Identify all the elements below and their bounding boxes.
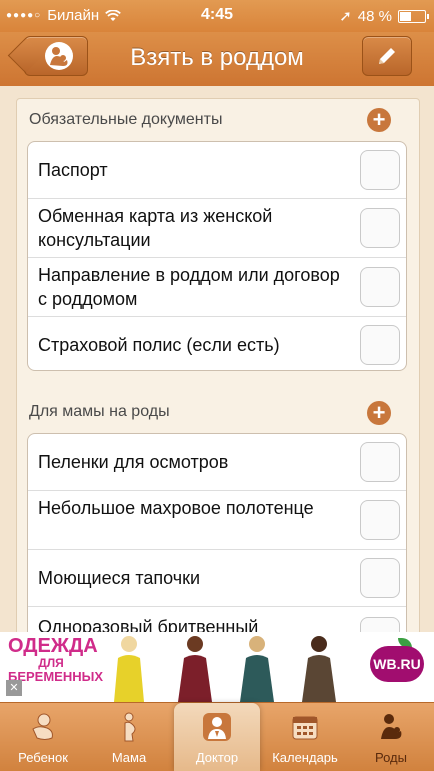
mother-group: Пеленки для осмотров Небольшое махровое …	[27, 433, 407, 632]
edit-button[interactable]	[362, 36, 412, 76]
baby-icon	[32, 713, 53, 740]
birth-icon	[381, 714, 402, 739]
tab-kalendar[interactable]: Календарь	[262, 703, 348, 771]
item-checkbox[interactable]	[360, 617, 400, 632]
plus-icon: +	[372, 400, 386, 425]
list-item[interactable]: Небольшое махровое полотенце	[28, 491, 406, 550]
battery-percent: 48 %	[357, 7, 392, 25]
item-label: Моющиеся тапочки	[38, 568, 201, 588]
documents-group: Паспорт Обменная карта из женской консул…	[27, 141, 407, 371]
item-checkbox[interactable]	[360, 500, 400, 540]
ad-close-icon[interactable]: ✕	[6, 680, 22, 696]
list-item[interactable]: Одноразовый бритвенный	[28, 607, 406, 632]
tab-mama[interactable]: Мама	[86, 703, 172, 771]
section-header-mother: Для мамы на роды	[29, 403, 170, 420]
list-item[interactable]: Моющиеся тапочки	[28, 550, 406, 607]
item-checkbox[interactable]	[360, 442, 400, 482]
checklist-content[interactable]: Обязательные документы + Паспорт Обменна…	[0, 86, 434, 632]
list-item[interactable]: Страховой полис (если есть)	[28, 317, 406, 370]
tab-bar: Ребенок Мама Доктор Календарь Роды	[0, 702, 434, 771]
item-label: Пеленки для осмотров	[38, 452, 229, 472]
tab-label: Ребенок	[18, 750, 68, 765]
tab-doktor[interactable]: Доктор	[174, 703, 260, 771]
section-header-documents: Обязательные документы	[29, 111, 223, 128]
item-label: Страховой полис (если есть)	[38, 335, 280, 355]
tab-label: Роды	[375, 750, 407, 765]
item-checkbox[interactable]	[360, 267, 400, 307]
list-item[interactable]: Обменная карта из женской консультации	[28, 199, 406, 258]
calendar-icon	[292, 716, 318, 740]
tab-label: Календарь	[272, 750, 338, 765]
add-item-button[interactable]: +	[367, 401, 391, 425]
list-item[interactable]: Направление в роддом или договор с роддо…	[28, 258, 406, 317]
item-label: Одноразовый бритвенный	[38, 617, 259, 632]
item-label: Обменная карта из женской консультации	[38, 206, 273, 250]
tab-rebenok[interactable]: Ребенок	[0, 703, 86, 771]
add-item-button[interactable]: +	[367, 108, 391, 132]
ad-model-image	[114, 636, 144, 702]
item-checkbox[interactable]	[360, 208, 400, 248]
tab-rody[interactable]: Роды	[348, 703, 434, 771]
item-checkbox[interactable]	[360, 150, 400, 190]
item-checkbox[interactable]	[360, 325, 400, 365]
ad-banner[interactable]: ОДЕЖДА ДЛЯ БЕРЕМЕННЫХ ✕ WB.RU	[0, 632, 434, 702]
location-arrow-icon: ➚	[339, 8, 352, 25]
ad-model-image	[178, 636, 212, 702]
wb-logo: WB.RU	[370, 646, 424, 682]
battery-fill	[400, 11, 411, 21]
item-checkbox[interactable]	[360, 558, 400, 598]
item-label: Направление в роддом или договор с роддо…	[38, 265, 340, 309]
navigation-bar: Взять в роддом	[0, 32, 434, 87]
battery-icon	[398, 9, 429, 23]
status-bar: ●●●●○ Билайн 4:45 ➚ 48 %	[0, 0, 434, 32]
item-label: Небольшое махровое полотенце	[38, 498, 314, 518]
item-label: Паспорт	[38, 160, 108, 180]
list-item[interactable]: Пеленки для осмотров	[28, 434, 406, 491]
ad-line-2: ДЛЯ	[38, 656, 64, 670]
plus-icon: +	[372, 107, 386, 132]
ad-model-image	[302, 636, 336, 702]
doctor-icon	[203, 713, 231, 741]
checklist-panel: Обязательные документы + Паспорт Обменна…	[16, 98, 420, 632]
ad-text: ОДЕЖДА ДЛЯ БЕРЕМЕННЫХ	[8, 635, 103, 683]
tab-label: Мама	[111, 750, 147, 765]
pencil-icon	[379, 48, 395, 64]
list-item[interactable]: Паспорт	[28, 142, 406, 199]
mother-icon	[124, 712, 136, 742]
tab-label: Доктор	[195, 750, 239, 765]
ad-line-1: ОДЕЖДА	[8, 635, 98, 657]
ad-model-image	[240, 636, 274, 702]
